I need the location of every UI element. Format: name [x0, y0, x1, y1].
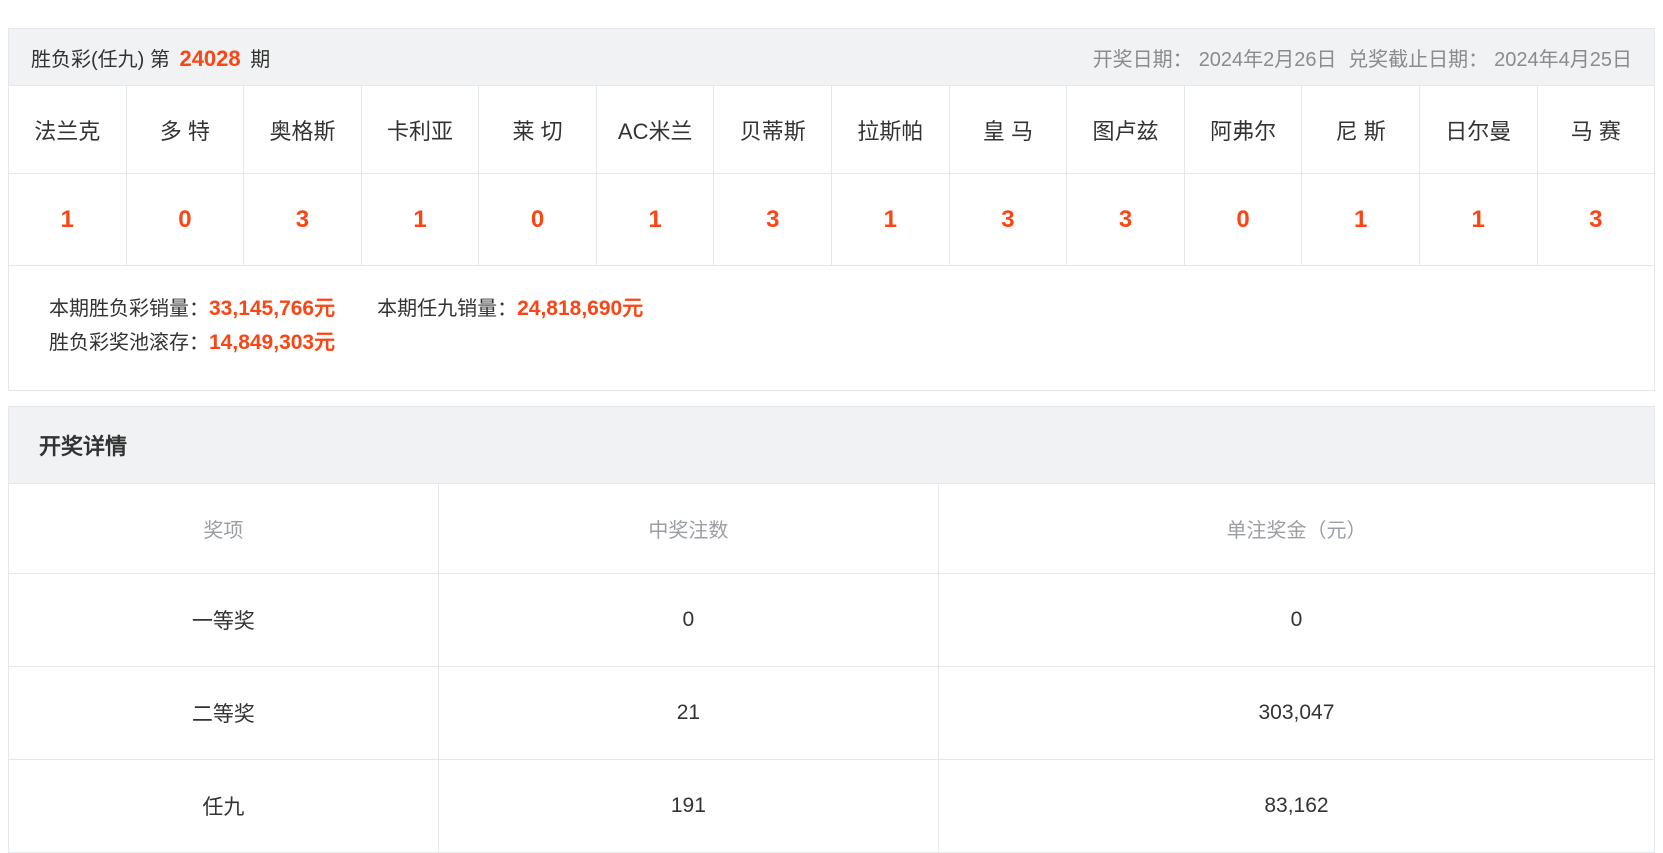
prize-row: 一等奖00 [9, 573, 1654, 666]
result-cell: 3 [244, 174, 362, 265]
issue-title-prefix: 胜负彩(任九) 第 [31, 49, 170, 71]
prize-amount-cell: 0 [938, 573, 1654, 666]
result-cell: 1 [1302, 174, 1420, 265]
sales-line-2: 胜负彩奖池滚存：14,849,303元 [49, 326, 1654, 360]
prize-row: 二等奖21303,047 [9, 666, 1654, 759]
pool-label: 胜负彩奖池滚存： [49, 332, 209, 354]
team-cell: 阿弗尔 [1185, 86, 1303, 173]
prize-name-cell: 二等奖 [9, 666, 438, 759]
winners-count-cell: 0 [438, 573, 938, 666]
team-cell: 尼 斯 [1302, 86, 1420, 173]
sales-line-1: 本期胜负彩销量：33,145,766元 本期任九销量：24,818,690元 [49, 292, 1654, 326]
result-cell: 0 [1185, 174, 1303, 265]
result-cell: 1 [362, 174, 480, 265]
team-cell: 拉斯帕 [832, 86, 950, 173]
issue-title: 胜负彩(任九) 第 24028 期 [31, 43, 270, 72]
prize-column-header: 单注奖金（元） [938, 484, 1654, 573]
prize-name-cell: 一等奖 [9, 573, 438, 666]
result-cell: 3 [950, 174, 1068, 265]
prize-table: 奖项中奖注数单注奖金（元） 一等奖00二等奖21303,047任九19183,1… [9, 484, 1654, 853]
team-cell: 日尔曼 [1420, 86, 1538, 173]
result-cell: 1 [597, 174, 715, 265]
prize-column-header: 奖项 [9, 484, 438, 573]
team-row: 法兰克多 特奥格斯卡利亚莱 切AC米兰贝蒂斯拉斯帕皇 马图卢兹阿弗尔尼 斯日尔曼… [9, 86, 1654, 173]
team-cell: 马 赛 [1538, 86, 1655, 173]
draw-date-label: 开奖日期： [1093, 49, 1193, 71]
prize-column-header: 中奖注数 [438, 484, 938, 573]
draw-dates: 开奖日期： 2024年2月26日 兑奖截止日期： 2024年4月25日 [1087, 43, 1632, 72]
prize-table-header-row: 奖项中奖注数单注奖金（元） [9, 484, 1654, 573]
result-cell: 1 [1420, 174, 1538, 265]
result-cell: 0 [479, 174, 597, 265]
team-cell: 贝蒂斯 [714, 86, 832, 173]
team-cell: 图卢兹 [1067, 86, 1185, 173]
winners-count-cell: 191 [438, 759, 938, 852]
issue-header-bar: 胜负彩(任九) 第 24028 期 开奖日期： 2024年2月26日 兑奖截止日期… [9, 29, 1654, 86]
prize-amount-cell: 83,162 [938, 759, 1654, 852]
issue-panel: 胜负彩(任九) 第 24028 期 开奖日期： 2024年2月26日 兑奖截止日期… [8, 28, 1655, 391]
sfc-sales-label: 本期胜负彩销量： [49, 298, 209, 320]
winners-count-cell: 21 [438, 666, 938, 759]
pool-value: 14,849,303元 [209, 331, 335, 354]
team-cell: 皇 马 [950, 86, 1068, 173]
result-cell: 1 [832, 174, 950, 265]
prize-row: 任九19183,162 [9, 759, 1654, 852]
details-header-bar: 开奖详情 [9, 407, 1654, 484]
redeem-deadline-value: 2024年4月25日 [1494, 49, 1632, 71]
prize-table-head: 奖项中奖注数单注奖金（元） [9, 484, 1654, 573]
issue-number: 24028 [175, 46, 244, 71]
team-cell: 卡利亚 [362, 86, 480, 173]
team-cell: 法兰克 [9, 86, 127, 173]
result-cell: 1 [9, 174, 127, 265]
prize-amount-cell: 303,047 [938, 666, 1654, 759]
draw-date-value: 2024年2月26日 [1199, 49, 1337, 71]
result-cell: 3 [714, 174, 832, 265]
result-cell: 3 [1067, 174, 1185, 265]
sfc-sales-value: 33,145,766元 [209, 297, 335, 320]
issue-title-suffix: 期 [250, 49, 270, 71]
team-cell: 多 特 [127, 86, 245, 173]
r9-sales-value: 24,818,690元 [517, 297, 643, 320]
redeem-deadline-label: 兑奖截止日期： [1348, 49, 1488, 71]
prize-table-body: 一等奖00二等奖21303,047任九19183,162 [9, 573, 1654, 853]
team-cell: 莱 切 [479, 86, 597, 173]
result-row: 10310131330113 [9, 173, 1654, 265]
team-cell: AC米兰 [597, 86, 715, 173]
result-cell: 3 [1538, 174, 1655, 265]
r9-sales-label: 本期任九销量： [377, 298, 517, 320]
details-panel: 开奖详情 奖项中奖注数单注奖金（元） 一等奖00二等奖21303,047任九19… [8, 406, 1655, 853]
result-cell: 0 [127, 174, 245, 265]
prize-name-cell: 任九 [9, 759, 438, 852]
team-cell: 奥格斯 [244, 86, 362, 173]
sales-summary: 本期胜负彩销量：33,145,766元 本期任九销量：24,818,690元 胜负… [9, 265, 1654, 390]
details-section-title: 开奖详情 [39, 429, 127, 461]
